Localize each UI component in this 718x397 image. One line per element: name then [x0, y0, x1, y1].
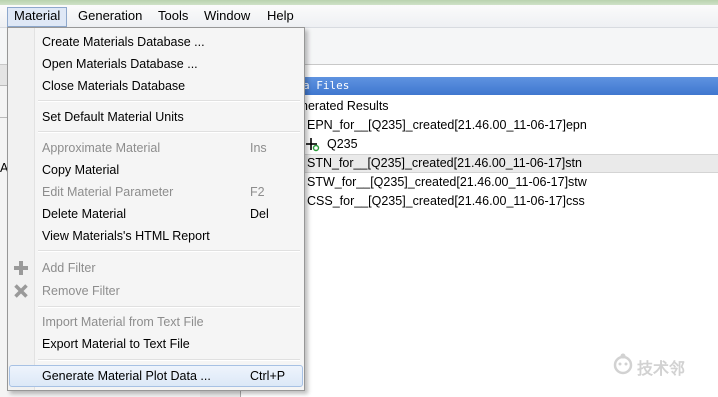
menu-separator — [38, 306, 300, 308]
menu-item-generate-plot-data[interactable]: Generate Material Plot Data ... Ctrl+P — [9, 365, 303, 387]
menu-item-shortcut: Ctrl+P — [250, 369, 286, 383]
menu-item-shortcut: F2 — [250, 185, 265, 199]
menu-item-add-filter[interactable]: Add Filter — [10, 257, 302, 279]
tree-row-stw[interactable]: STW_for__[Q235]_created[21.46.00_11-06-1… — [241, 173, 718, 192]
menu-item-label: Create Materials Database ... — [42, 35, 205, 49]
tree-row-generated-results[interactable]: nerated Results — [241, 97, 718, 116]
menu-item-label: View Materials's HTML Report — [42, 229, 210, 243]
menu-help[interactable]: Help — [261, 7, 300, 25]
x-icon — [14, 284, 28, 298]
menu-tools[interactable]: Tools — [152, 7, 194, 25]
files-panel-header: a Files — [241, 77, 718, 95]
menu-item-close-database[interactable]: Close Materials Database — [10, 75, 302, 97]
menu-bar: Material Generation Tools Window Help — [0, 5, 718, 28]
menu-item-label: Set Default Material Units — [42, 110, 184, 124]
tree-row-css[interactable]: CSS_for__[Q235]_created[21.46.00_11-06-1… — [241, 192, 718, 211]
menu-item-label: Export Material to Text File — [42, 337, 190, 351]
menu-window[interactable]: Window — [198, 7, 256, 25]
menu-material[interactable]: Material — [7, 7, 68, 27]
menu-item-approximate-material[interactable]: Approximate Material Ins — [10, 137, 302, 159]
menu-item-create-database[interactable]: Create Materials Database ... — [10, 31, 302, 53]
menu-item-label: Add Filter — [42, 261, 96, 275]
menu-item-label: Delete Material — [42, 207, 127, 221]
menu-separator — [38, 250, 300, 252]
menu-item-label: Remove Filter — [42, 284, 120, 298]
tree-row-epn[interactable]: EPN_for__[Q235]_created[21.46.00_11-06-1… — [241, 116, 718, 135]
menu-item-label: Copy Material — [42, 163, 120, 177]
tree-row-label: nerated Results — [301, 99, 389, 113]
menu-item-label: Generate Material Plot Data ... — [42, 369, 211, 383]
tree-row-label: STN_for__[Q235]_created[21.46.00_11-06-1… — [307, 156, 582, 170]
menu-item-remove-filter[interactable]: Remove Filter — [10, 280, 302, 302]
menu-item-open-database[interactable]: Open Materials Database ... — [10, 53, 302, 75]
menu-separator — [38, 131, 300, 133]
files-panel-title: a Files — [303, 79, 350, 92]
menu-item-copy-material[interactable]: Copy Material — [10, 159, 302, 181]
watermark: 技术邻 — [611, 350, 711, 380]
tree-row-q235[interactable]: Q235 — [241, 135, 718, 154]
tree-row-label: STW_for__[Q235]_created[21.46.00_11-06-1… — [307, 175, 587, 189]
files-panel: a Files nerated Results EPN_for__[Q235]_… — [240, 65, 718, 397]
menu-generation[interactable]: Generation — [72, 7, 148, 25]
menu-item-delete-material[interactable]: Delete Material Del — [10, 203, 302, 225]
menu-item-export-text[interactable]: Export Material to Text File — [10, 333, 302, 355]
watermark-logo-icon — [613, 353, 633, 375]
material-menu-dropdown: Create Materials Database ... Open Mater… — [7, 27, 305, 391]
menu-item-label: Open Materials Database ... — [42, 57, 198, 71]
tree-row-label: CSS_for__[Q235]_created[21.46.00_11-06-1… — [307, 194, 585, 208]
plus-icon — [14, 261, 28, 275]
material-node-icon — [306, 138, 320, 152]
tree-row-label: EPN_for__[Q235]_created[21.46.00_11-06-1… — [307, 118, 587, 132]
menu-item-set-default-units[interactable]: Set Default Material Units — [10, 106, 302, 128]
tree-row-label: Q235 — [327, 137, 358, 151]
menu-item-shortcut: Ins — [250, 141, 267, 155]
menu-item-label: Approximate Material — [42, 141, 161, 155]
menu-item-label: Edit Material Parameter — [42, 185, 174, 199]
menu-item-shortcut: Del — [250, 207, 269, 221]
tree-row-stn[interactable]: STN_for__[Q235]_created[21.46.00_11-06-1… — [241, 154, 718, 173]
menu-item-label: Import Material from Text File — [42, 315, 204, 329]
menu-separator — [38, 100, 300, 102]
menu-item-label: Close Materials Database — [42, 79, 186, 93]
menu-item-view-html-report[interactable]: View Materials's HTML Report — [10, 225, 302, 247]
menu-item-import-text[interactable]: Import Material from Text File — [10, 311, 302, 333]
menu-item-edit-parameter[interactable]: Edit Material Parameter F2 — [10, 181, 302, 203]
watermark-text: 技术邻 — [637, 361, 686, 378]
menu-separator — [38, 359, 300, 361]
